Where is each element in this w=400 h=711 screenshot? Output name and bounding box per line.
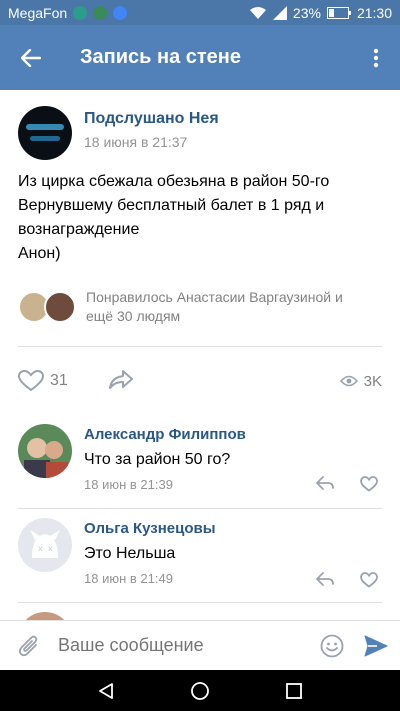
post-content: Подслушано Нея 18 июня в 21:37 Из цирка …	[0, 90, 400, 620]
reply-icon[interactable]	[316, 476, 334, 490]
wifi-icon	[249, 6, 266, 19]
share-button[interactable]	[108, 369, 134, 394]
post-actions: 31 3K	[18, 366, 382, 396]
reply-icon[interactable]	[316, 572, 334, 586]
nav-back-icon[interactable]	[97, 682, 115, 700]
post-time: 18 июня в 21:37	[84, 134, 188, 150]
more-button[interactable]	[352, 25, 400, 90]
google-icon	[113, 5, 128, 20]
liked-by-line: ещё 30 людям	[86, 308, 181, 324]
heart-icon	[18, 370, 44, 392]
post-text-line: Анон)	[18, 245, 61, 262]
message-composer	[0, 620, 400, 670]
attach-button[interactable]	[0, 634, 58, 658]
status-bar: MegaFon 23% 21:30	[0, 0, 400, 25]
like-button[interactable]: 31	[18, 370, 68, 392]
comment-author[interactable]: Александр Филиппов	[84, 426, 382, 443]
comment-actions	[316, 572, 378, 588]
post-text-line: вознаграждение	[18, 221, 140, 238]
divider	[18, 602, 382, 603]
svg-text:x: x	[38, 544, 43, 553]
clock: 21:30	[356, 4, 392, 21]
like-count: 31	[50, 372, 68, 389]
battery-percent: 23%	[292, 4, 321, 21]
liked-by-line: Понравилось Анастасии Варгаузиной и	[86, 289, 343, 305]
send-icon	[364, 635, 388, 656]
emoji-button[interactable]	[312, 634, 352, 658]
comment-actions	[316, 476, 378, 492]
arrow-left-icon	[21, 48, 41, 67]
comment-text: Что за район 50 го?	[84, 451, 231, 468]
liked-by-text: Понравилось Анастасии Варгаузиной и ещё …	[86, 288, 343, 326]
views-count: 3K	[363, 372, 382, 390]
post-header: Подслушано Нея 18 июня в 21:37	[18, 106, 219, 160]
eye-icon	[339, 375, 358, 387]
post-author[interactable]: Подслушано Нея	[84, 110, 219, 128]
send-button[interactable]	[352, 635, 400, 657]
notification-app-icon	[73, 5, 88, 20]
share-arrow-icon	[108, 369, 133, 389]
group-avatar[interactable]	[18, 106, 72, 160]
svg-text:x: x	[48, 544, 53, 553]
heart-icon[interactable]	[360, 476, 378, 492]
back-button[interactable]	[0, 25, 62, 90]
smiley-icon	[320, 634, 344, 657]
battery-icon	[326, 6, 351, 19]
nav-home-icon[interactable]	[190, 681, 210, 701]
divider	[18, 346, 382, 347]
comment-text: Это Нельша	[84, 545, 176, 562]
divider	[18, 508, 382, 509]
liked-by-avatars	[18, 291, 78, 323]
nav-recents-icon[interactable]	[285, 682, 303, 700]
paperclip-icon	[18, 635, 38, 656]
notification-app-icon	[93, 5, 108, 20]
avatar[interactable]	[18, 424, 72, 478]
system-navigation-bar	[0, 670, 400, 711]
comment-item: xx Ольга Кузнецовы Это Нельша 18 июн в 2…	[18, 518, 382, 598]
message-input[interactable]	[58, 635, 312, 656]
app-bar: Запись на стене	[0, 25, 400, 90]
avatar	[18, 612, 72, 620]
post-text-line: Из цирка сбежала обезьяна в район 50-го	[18, 173, 330, 190]
page-title: Запись на стене	[80, 46, 242, 68]
comment-author[interactable]: Ольга Кузнецовы	[84, 520, 382, 537]
more-vertical-icon	[373, 48, 379, 67]
carrier-name: MegaFon	[8, 4, 68, 21]
comment-item: Александр Филиппов Что за район 50 го? 1…	[18, 424, 382, 504]
post-text-line: Вернувшему бесплатный балет в 1 ряд и	[18, 197, 325, 214]
avatar[interactable]: xx	[18, 518, 72, 572]
signal-icon	[272, 5, 287, 20]
heart-icon[interactable]	[360, 572, 378, 588]
liked-by-row[interactable]: Понравилось Анастасии Варгаузиной и ещё …	[18, 288, 343, 326]
post-text: Из цирка сбежала обезьяна в район 50-го …	[18, 170, 388, 266]
avatar	[44, 291, 76, 323]
views-counter: 3K	[339, 372, 382, 390]
